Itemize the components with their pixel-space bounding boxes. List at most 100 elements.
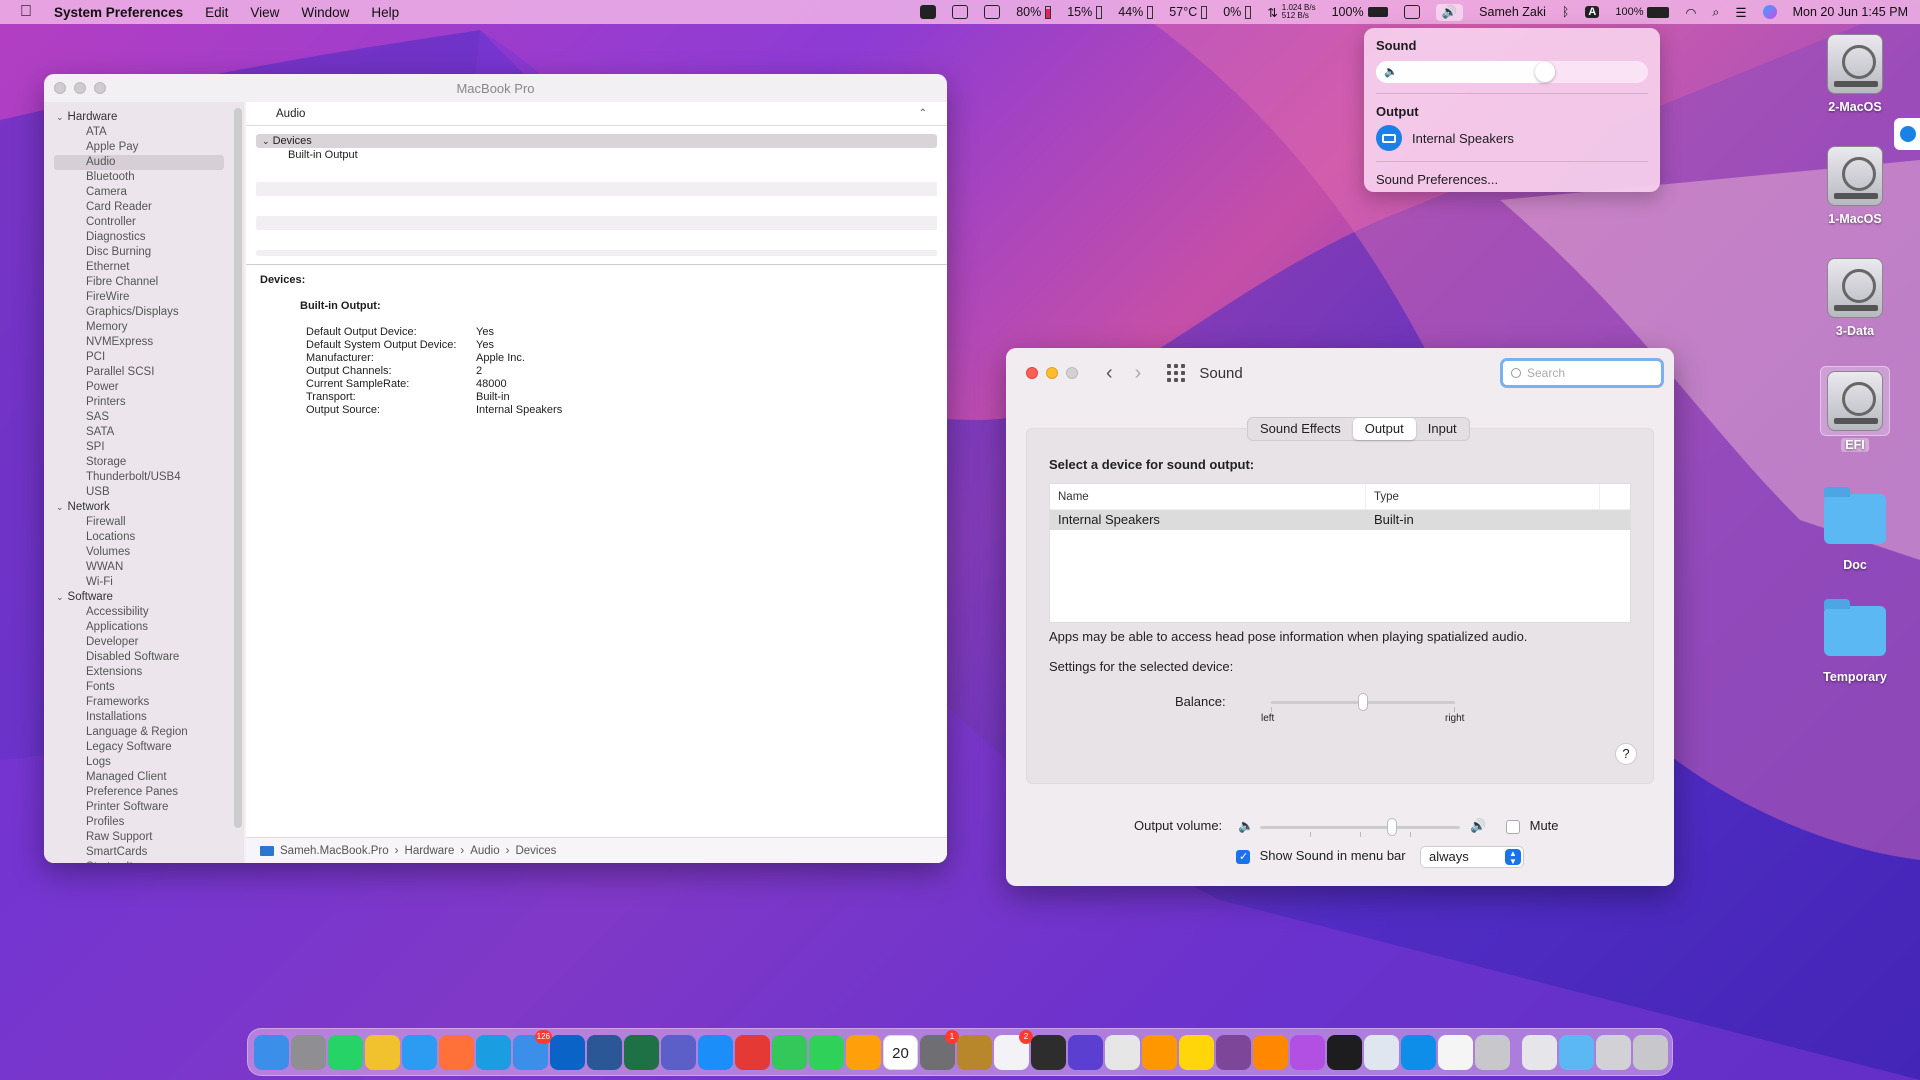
dock-firefox-icon[interactable] [439,1034,474,1070]
show-all-grid-icon[interactable] [1167,364,1186,382]
control-center-icon[interactable]: ☰ [1735,5,1746,20]
mute-checkbox[interactable] [1506,819,1520,834]
sidebar-item-managed-client[interactable]: Managed Client [44,770,244,785]
dock-whatsapp-icon[interactable] [328,1034,363,1070]
user-name[interactable]: Sameh Zaki [1479,5,1546,19]
sidebar-item-frameworks[interactable]: Frameworks [44,695,244,710]
show-in-menubar-checkbox[interactable] [1236,849,1250,864]
sidebar-item-fonts[interactable]: Fonts [44,680,244,695]
dock-script-editor-icon[interactable] [1105,1034,1140,1070]
tab-input[interactable]: Input [1416,418,1469,440]
sidebar-item-applications[interactable]: Applications [44,620,244,635]
menu-window[interactable]: Window [301,5,349,20]
sidebar-item-wi-fi[interactable]: Wi-Fi [44,575,244,590]
close-button[interactable] [1026,367,1038,379]
show-in-menubar-select[interactable]: always ▲ ▼ [1420,846,1524,868]
sidebar-item-locations[interactable]: Locations [44,530,244,545]
dock-mail-icon[interactable]: 126 [513,1029,552,1070]
dock-teamviewer-icon[interactable] [1401,1034,1436,1070]
sidebar-item-fibre-channel[interactable]: Fibre Channel [44,275,244,290]
sidebar-item-firewall[interactable]: Firewall [44,515,244,530]
menu-view[interactable]: View [250,5,279,20]
sidebar-item-apple-pay[interactable]: Apple Pay [44,140,244,155]
column-header[interactable]: Audio ⌃ [246,102,947,126]
sidebar-item-firewire[interactable]: FireWire [44,290,244,305]
table-row[interactable]: Internal Speakers Built-in [1050,510,1630,530]
output-volume-slider[interactable] [1260,818,1460,837]
menu-app-name[interactable]: System Preferences [54,5,183,20]
column-header-name[interactable]: Name [1050,484,1366,509]
dock-facetime-icon[interactable] [772,1034,807,1070]
sidebar-item-audio[interactable]: Audio [54,155,224,170]
dock-excel-icon[interactable] [624,1034,659,1070]
path-hardware[interactable]: Hardware [405,845,455,857]
bluetooth-icon[interactable]: ᛒ [1562,5,1570,19]
output-volume-knob[interactable] [1387,818,1397,836]
sidebar-item-volumes[interactable]: Volumes [44,545,244,560]
menu-volume-knob[interactable] [1534,62,1555,82]
sidebar-item-sas[interactable]: SAS [44,410,244,425]
dock-parallels-icon[interactable] [957,1034,992,1070]
balance-knob[interactable] [1358,693,1368,711]
dock-chrome-icon[interactable] [365,1034,400,1070]
desktop-drive-1-macos[interactable]: 1-MacOS [1810,146,1900,226]
tree-group-devices[interactable]: ⌄ Devices [256,134,937,148]
forward-button[interactable]: › [1135,362,1142,385]
sidebar-item-printer-software[interactable]: Printer Software [44,800,244,815]
path-audio[interactable]: Audio [470,845,499,857]
dock-notes-icon[interactable] [1179,1034,1214,1070]
dock-calendar-icon[interactable]: 20 [883,1034,918,1070]
sidebar-section-software[interactable]: ⌄ Software [44,590,244,605]
sidebar-item-memory[interactable]: Memory [44,320,244,335]
dock-tor-browser-icon[interactable] [1216,1034,1251,1070]
sidebar-scrollbar[interactable] [234,108,242,828]
search-field[interactable]: Search [1500,358,1664,388]
dock-photos-icon[interactable] [846,1034,881,1070]
sidebar-item-disc-burning[interactable]: Disc Burning [44,245,244,260]
sidebar-item-raw-support[interactable]: Raw Support [44,830,244,845]
tree-item-built-in-output[interactable]: Built-in Output [256,148,937,162]
desktop-drive-2-macos[interactable]: 2-MacOS [1810,34,1900,114]
sidebar-item-logs[interactable]: Logs [44,755,244,770]
volume-icon[interactable]: 🔊 [1435,3,1464,21]
sidebar-section-network[interactable]: ⌄ Network [44,500,244,515]
sidebar-item-ata[interactable]: ATA [44,125,244,140]
dock-automator-icon[interactable] [1475,1034,1510,1070]
input-source-icon[interactable]: A [1585,6,1600,18]
path-computer[interactable]: Sameh.MacBook.Pro [280,845,389,857]
sidebar-item-preference-panes[interactable]: Preference Panes [44,785,244,800]
sidebar-item-startup-items[interactable]: Startup Items [44,860,244,863]
gpu-stat[interactable]: 15% [1067,5,1103,19]
sidebar-item-printers[interactable]: Printers [44,395,244,410]
sidebar-item-extensions[interactable]: Extensions [44,665,244,680]
sidebar-item-profiles[interactable]: Profiles [44,815,244,830]
dock-launchpad-icon[interactable] [291,1034,326,1070]
dock-podcasts-icon[interactable] [1290,1034,1325,1070]
help-button[interactable]: ? [1615,743,1637,765]
sidebar-item-power[interactable]: Power [44,380,244,395]
network-stat[interactable]: ⇅ 1.024 B/s 512 B/s [1267,4,1315,20]
dock-anydesk-icon[interactable] [735,1034,770,1070]
menu-edit[interactable]: Edit [205,5,228,20]
sidebar-item-storage[interactable]: Storage [44,455,244,470]
sidebar-item-pci[interactable]: PCI [44,350,244,365]
tab-sound-effects[interactable]: Sound Effects [1248,418,1353,440]
dock-finder-icon[interactable] [254,1034,289,1070]
dock-terminal-icon[interactable] [1327,1034,1362,1070]
window-toolbar[interactable]: ‹ › Sound Search [1006,348,1674,398]
sidebar-item-diagnostics[interactable]: Diagnostics [44,230,244,245]
split-divider[interactable] [246,264,947,265]
menu-help[interactable]: Help [371,5,399,20]
sidebar-item-disabled-software[interactable]: Disabled Software [44,650,244,665]
sidebar-item-graphics-displays[interactable]: Graphics/Displays [44,305,244,320]
desktop-folder-doc[interactable]: Doc [1810,487,1900,572]
sidebar-item-sata[interactable]: SATA [44,425,244,440]
dock-outlook-icon[interactable] [550,1034,585,1070]
date-time[interactable]: Mon 20 Jun 1:45 PM [1793,5,1908,19]
dock-app-store-icon[interactable] [698,1034,733,1070]
sidebar-item-bluetooth[interactable]: Bluetooth [44,170,244,185]
sidebar-item-controller[interactable]: Controller [44,215,244,230]
menu-volume-slider[interactable]: 🔈 [1376,61,1648,83]
sidebar-item-spi[interactable]: SPI [44,440,244,455]
output-device-row[interactable]: Internal Speakers [1376,125,1648,151]
